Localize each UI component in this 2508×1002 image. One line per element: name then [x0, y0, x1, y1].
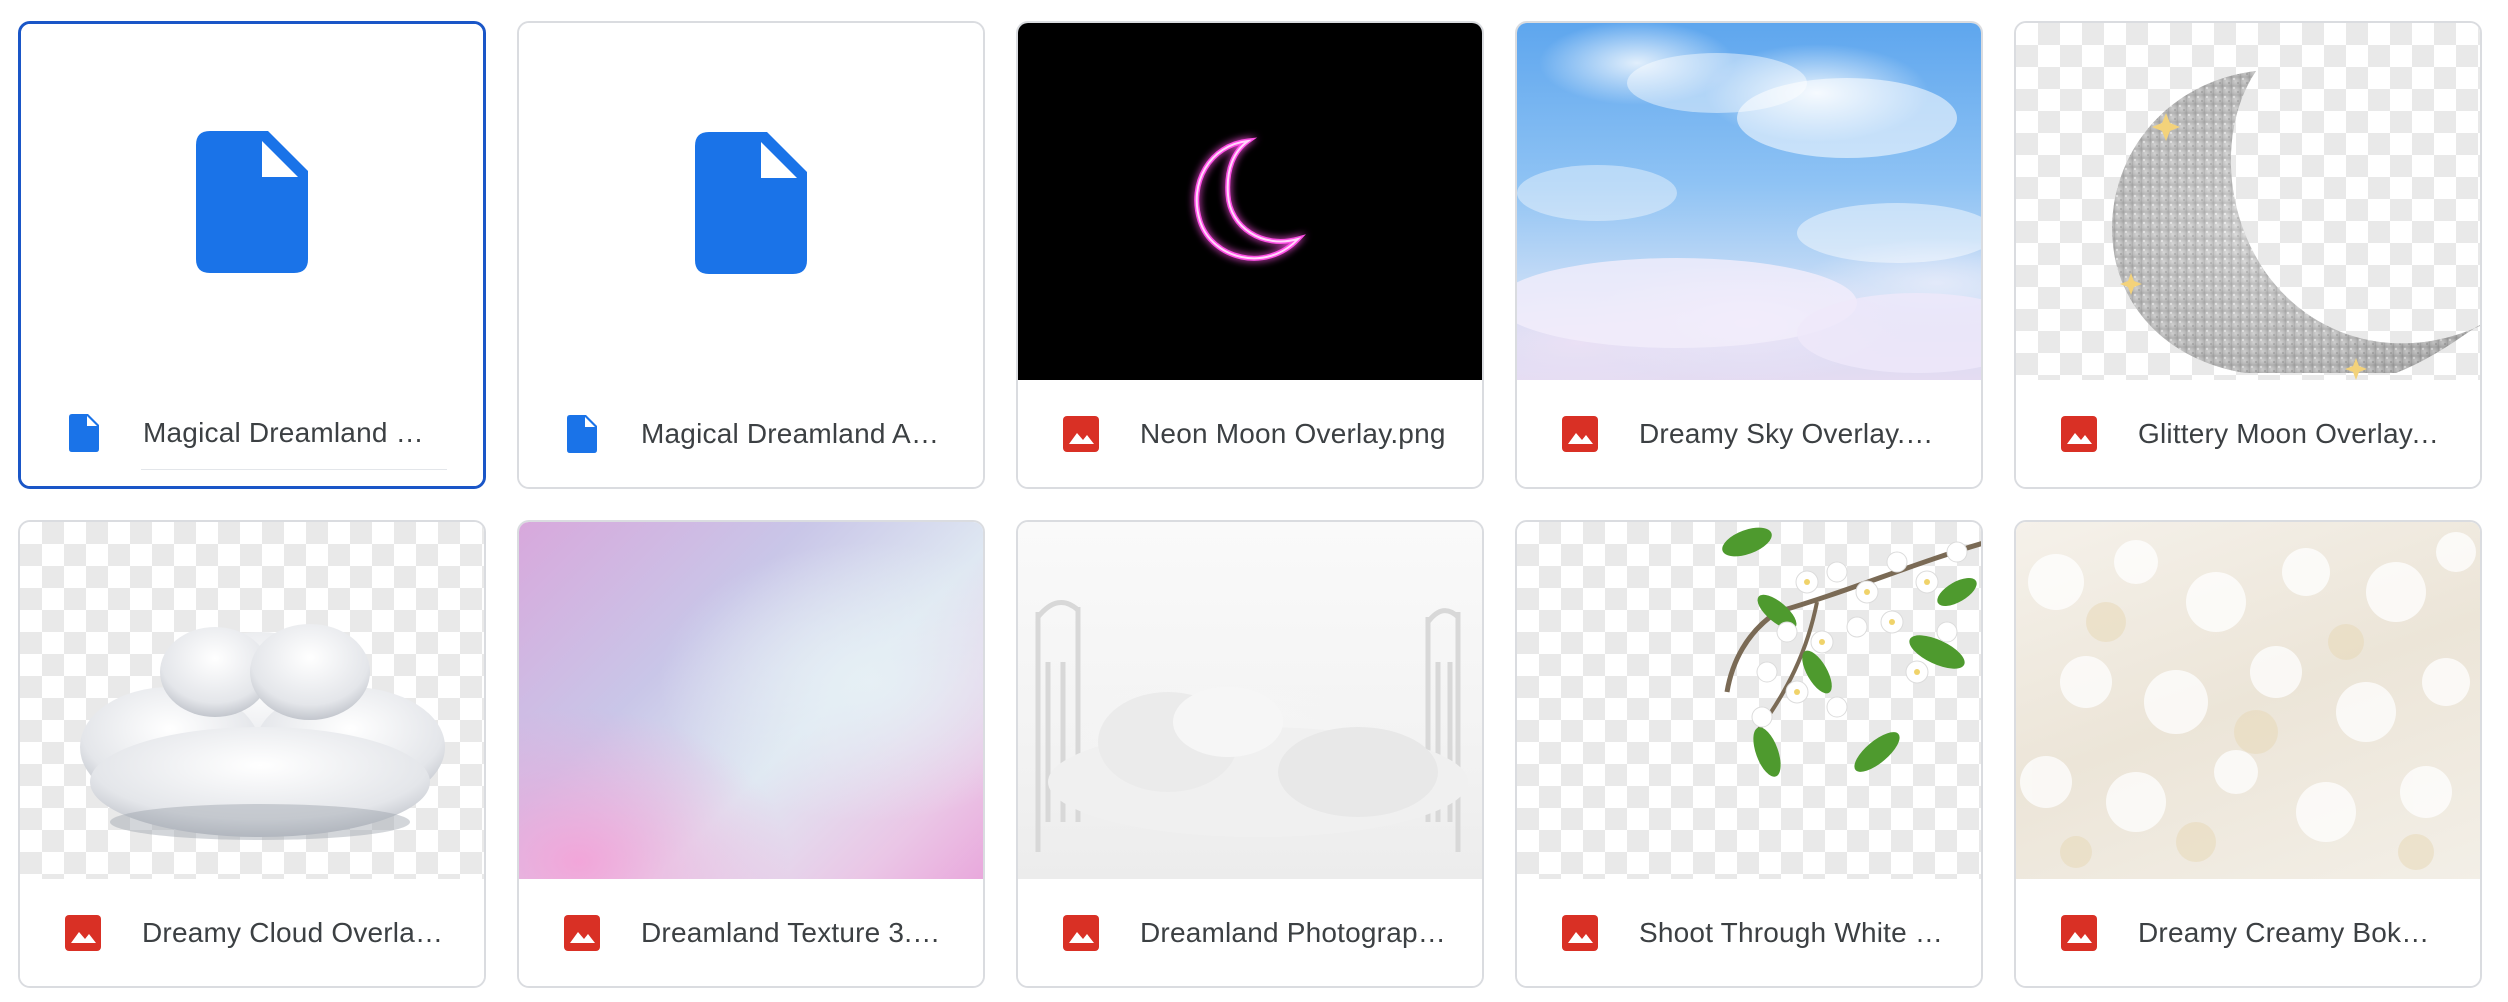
google-docs-icon	[62, 411, 106, 455]
file-grid: Magical Dreamland M… Magical Dreamland A…	[18, 21, 2482, 988]
white-bed-image	[1035, 600, 1468, 852]
white-blossoms-image	[1722, 527, 1981, 777]
file-card-glittery-moon-overlay[interactable]: Glittery Moon Overlay.…	[2014, 21, 2482, 489]
document-icon	[196, 131, 308, 273]
file-card-footer: Glittery Moon Overlay.…	[2016, 380, 2480, 487]
file-thumbnail	[21, 24, 483, 380]
file-name: Dreamy Cloud Overlay.…	[142, 916, 448, 948]
image-icon	[1558, 911, 1602, 955]
file-card-footer: Dreamy Cloud Overlay.…	[20, 879, 484, 986]
sky-clouds-image	[1517, 53, 1981, 373]
file-card-dreamy-cloud-overlay[interactable]: Dreamy Cloud Overlay.…	[18, 520, 486, 988]
file-card-footer: Dreamy Sky Overlay.png	[1517, 380, 1981, 487]
cloud-image	[80, 624, 445, 840]
file-card-neon-moon-overlay[interactable]: Neon Moon Overlay.png	[1016, 21, 1484, 489]
file-name: Glittery Moon Overlay.…	[2138, 417, 2444, 449]
file-name: Dreamland Photograp…	[1140, 916, 1446, 948]
image-icon	[2057, 911, 2101, 955]
google-docs-icon	[560, 412, 604, 456]
document-icon	[695, 131, 807, 274]
file-card-footer: Dreamland Photograp…	[1018, 879, 1482, 986]
file-card-dreamy-sky-overlay[interactable]: Dreamy Sky Overlay.png	[1515, 21, 1983, 489]
image-icon	[2057, 412, 2101, 456]
pastel-texture-image	[519, 522, 983, 881]
file-thumbnail	[519, 23, 983, 382]
file-card-dreamland-texture-3[interactable]: Dreamland Texture 3.p…	[517, 520, 985, 988]
file-card-footer: Magical Dreamland Ac…	[519, 380, 983, 487]
file-thumbnail	[1517, 23, 1981, 382]
file-name: Magical Dreamland Ac…	[641, 417, 947, 449]
file-card-footer: Dreamy Creamy Bokeh…	[2016, 879, 2480, 986]
file-thumbnail	[1517, 522, 1981, 881]
file-card-footer: Neon Moon Overlay.png	[1018, 380, 1482, 487]
file-thumbnail	[20, 522, 484, 881]
file-name: Magical Dreamland M…	[143, 416, 447, 448]
file-thumbnail	[2016, 23, 2480, 382]
file-name: Dreamy Sky Overlay.png	[1639, 417, 1945, 449]
bokeh-image	[2020, 532, 2476, 870]
file-card-dreamy-creamy-bokeh[interactable]: Dreamy Creamy Bokeh…	[2014, 520, 2482, 988]
file-name: Neon Moon Overlay.png	[1140, 417, 1446, 449]
file-thumbnail	[1018, 522, 1482, 881]
file-card-magical-dreamland-ac[interactable]: Magical Dreamland Ac…	[517, 21, 985, 489]
file-thumbnail	[1018, 23, 1482, 382]
glitter-moon-image	[2112, 71, 2480, 380]
file-card-magical-dreamland-m[interactable]: Magical Dreamland M…	[18, 21, 486, 489]
file-card-footer: Dreamland Texture 3.p…	[519, 879, 983, 986]
file-name: Dreamland Texture 3.p…	[641, 916, 947, 948]
file-card-shoot-through-white-b[interactable]: Shoot Through White B…	[1515, 520, 1983, 988]
image-icon	[61, 911, 105, 955]
file-name: Shoot Through White B…	[1639, 916, 1945, 948]
file-card-footer: Magical Dreamland M…	[21, 379, 483, 486]
image-icon	[1059, 911, 1103, 955]
neon-moon-image	[1194, 137, 1306, 261]
footer-divider	[141, 469, 447, 470]
image-icon	[1558, 412, 1602, 456]
file-card-footer: Shoot Through White B…	[1517, 879, 1981, 986]
image-icon	[1059, 412, 1103, 456]
file-card-dreamland-photograph[interactable]: Dreamland Photograp…	[1016, 520, 1484, 988]
image-icon	[560, 911, 604, 955]
file-thumbnail	[2016, 522, 2480, 881]
file-name: Dreamy Creamy Bokeh…	[2138, 916, 2444, 948]
